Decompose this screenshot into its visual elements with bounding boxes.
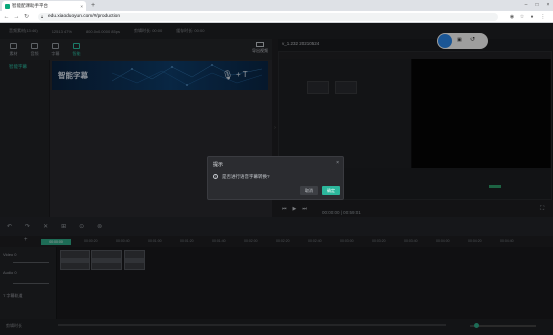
reload-button[interactable]: ↻ (22, 12, 31, 22)
dialog-message: 是否进行语音字幕转换? (222, 174, 270, 179)
star-icon[interactable]: ☆ (518, 13, 526, 21)
dialog-title: 提示 (213, 162, 224, 168)
address-bar: ← → ↻ 🔒︎ edu.xiaoduoyun.com/#/production… (0, 11, 553, 23)
ok-button[interactable]: 确定 (322, 186, 340, 195)
lock-icon: 🔒︎ (41, 14, 44, 19)
back-button[interactable]: ← (2, 12, 11, 22)
tab-title: 智能配课助手平台 (12, 3, 48, 8)
maximize-button[interactable]: □ (532, 1, 542, 10)
cancel-button[interactable]: 取消 (300, 186, 318, 195)
close-window-button[interactable]: × (543, 1, 553, 10)
close-icon[interactable]: × (336, 160, 339, 166)
close-tab-icon[interactable]: × (80, 4, 83, 9)
forward-button[interactable]: → (12, 12, 21, 22)
confirm-dialog: 提示 × ! 是否进行语音字幕转换? 取消 确定 (207, 156, 344, 200)
extension-icon[interactable]: ◉ (508, 13, 516, 21)
info-icon: ! (213, 174, 218, 179)
url-text: edu.xiaoduoyun.com/#/production (48, 14, 121, 19)
minimize-button[interactable]: – (521, 1, 531, 10)
url-field[interactable]: 🔒︎ edu.xiaoduoyun.com/#/production (38, 13, 498, 21)
profile-icon[interactable]: ● (528, 13, 536, 21)
browser-tab[interactable]: 智能配课助手平台 × (2, 1, 86, 11)
favicon-icon (5, 3, 10, 9)
new-tab-button[interactable]: + (89, 1, 97, 10)
menu-icon[interactable]: ⋮ (539, 13, 547, 21)
